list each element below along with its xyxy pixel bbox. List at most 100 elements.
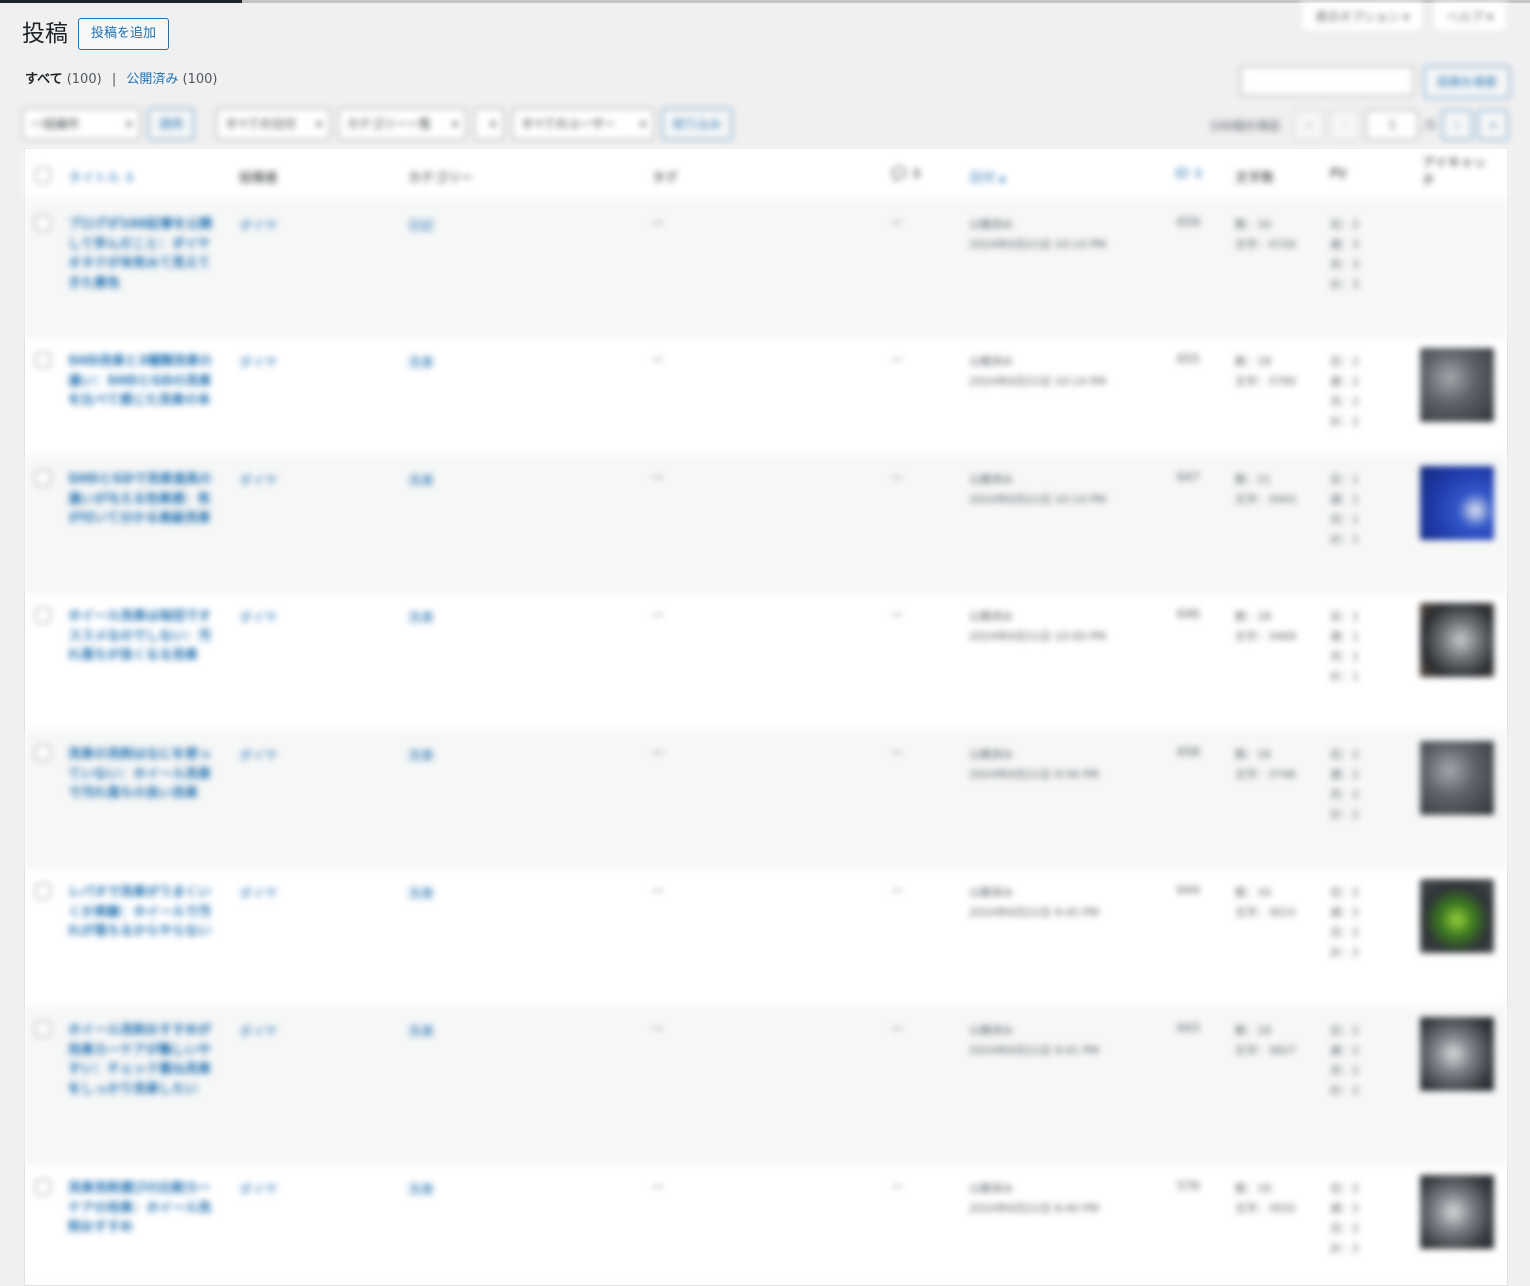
post-comments: —	[891, 215, 903, 229]
help-button[interactable]: ヘルプ ▾	[1432, 2, 1508, 32]
post-title-link[interactable]: SHD洗車と3種類洗車の違い：SHDとGDの洗車を比べて感じた洗車の本	[68, 352, 218, 411]
apply-button[interactable]: 適用	[148, 108, 195, 140]
filter-all-link[interactable]: すべて	[25, 72, 63, 87]
post-word-count: 数：18 文字：3932	[1235, 1179, 1296, 1219]
column-comments[interactable]: 💬 ⇕	[891, 167, 922, 182]
pv-line: 月：1	[1330, 513, 1359, 526]
column-author: 投稿者	[239, 171, 279, 186]
post-date: 公開済み 2024年6月21日 10:14 PM	[969, 352, 1106, 392]
prev-page-button[interactable]: ‹	[1330, 110, 1361, 140]
row-checkbox[interactable]	[35, 1021, 51, 1037]
post-pv: 日：1 週：1 月：1 計：1	[1330, 470, 1359, 550]
pv-line: 計：1	[1330, 533, 1359, 546]
post-author-link[interactable]: ダイヤ	[239, 470, 278, 489]
post-category-link[interactable]: 日記	[408, 215, 434, 234]
post-category-link[interactable]: 洗車	[408, 1021, 434, 1040]
word-count-line: 数：16	[1235, 218, 1271, 231]
current-page-input[interactable]: 1	[1366, 110, 1419, 140]
first-page-button[interactable]: «	[1294, 110, 1325, 140]
category-filter-select[interactable]: カテゴリー一覧	[338, 108, 467, 140]
pv-line: 日：2	[1330, 218, 1359, 231]
column-tags: タグ	[652, 171, 679, 186]
loading-bar	[0, 0, 242, 3]
post-title-link[interactable]: ホイール洗剤おすすめが効果カーケアが難しいやすい：チェック重ね洗車をしっかり洗車…	[68, 1021, 218, 1099]
bulk-action-select[interactable]: 一括操作	[22, 108, 140, 140]
table-row: 洗車洗剤選びの比較カーケアの効果：ホイール洗剤おすすめ ダイヤ 洗車 — — 公開済み 20…	[25, 1165, 1507, 1285]
post-title-link[interactable]: SHDとGDで洗車道具の違いが与える効果感：気が付いて分かる高級洗車	[68, 470, 218, 529]
post-pv: 日：2 週：2 月：2 計：2	[1330, 352, 1359, 432]
format-filter-select[interactable]	[474, 108, 505, 140]
row-checkbox[interactable]	[35, 215, 51, 231]
pv-line: 計：2	[1330, 808, 1359, 821]
pv-line: 計：2	[1330, 1084, 1359, 1097]
next-page-button[interactable]: ›	[1442, 110, 1472, 140]
post-comments: —	[891, 883, 903, 897]
pv-line: 月：1	[1330, 650, 1359, 663]
last-page-button[interactable]: »	[1478, 110, 1508, 140]
pv-line: 日：2	[1330, 1182, 1359, 1195]
post-category-link[interactable]: 洗車	[408, 745, 434, 764]
add-new-post-button[interactable]: 投稿を追加	[78, 18, 170, 50]
row-checkbox[interactable]	[35, 1179, 51, 1195]
post-author-link[interactable]: ダイヤ	[239, 745, 278, 764]
post-tags: —	[652, 883, 664, 897]
pv-line: 週：2	[1330, 768, 1359, 781]
post-category-link[interactable]: 洗車	[408, 470, 434, 489]
column-title[interactable]: タイトル ⇕	[68, 167, 135, 186]
post-author-link[interactable]: ダイヤ	[239, 352, 278, 371]
post-author-link[interactable]: ダイヤ	[239, 215, 278, 234]
filter-published-link[interactable]: 公開済み	[126, 72, 178, 87]
pv-line: 計：1	[1330, 670, 1359, 683]
post-word-count: 数：18 文字：3827	[1235, 1021, 1296, 1061]
post-title-link[interactable]: 洗車洗剤選びの比較カーケアの効果：ホイール洗剤おすすめ	[68, 1179, 218, 1238]
post-date-value: 2024年6月21日 10:00 PM	[969, 630, 1106, 643]
column-date[interactable]: 日付 ▴	[969, 167, 1006, 186]
post-word-count: 数：16 文字：4726	[1235, 215, 1296, 255]
pagination: 100個の項目 « ‹ 1 /5 › »	[1209, 110, 1508, 140]
row-checkbox[interactable]	[35, 745, 51, 761]
post-date-value: 2024年6月21日 8:40 PM	[969, 1202, 1099, 1215]
post-title-link[interactable]: レパタで洗車がうまくいくか実験：ホイールで汚れが落ちるからやらない	[68, 883, 218, 942]
post-category-link[interactable]: 洗車	[408, 883, 434, 902]
post-date-value: 2024年6月21日 9:41 PM	[969, 1044, 1099, 1057]
post-category-link[interactable]: 洗車	[408, 1179, 434, 1198]
post-title-link[interactable]: ホイール洗車は毎回でオススメなのでしない：汚れ落ちが良くなる洗車	[68, 607, 218, 666]
screen-options-button[interactable]: 表示オプション ▾	[1300, 2, 1425, 32]
table-body: ブログが100記事を公開して学んだこと：ダイヤオタクが本気みて見えてきた景色ダイ…	[25, 201, 1507, 1285]
post-id: 646	[1177, 607, 1200, 621]
post-thumbnail-image	[1420, 348, 1494, 422]
pv-line: 月：3	[1330, 258, 1359, 271]
pv-line: 週：1	[1330, 630, 1359, 643]
word-count-line: 数：16	[1235, 748, 1271, 761]
post-tags: —	[652, 352, 664, 366]
row-checkbox[interactable]	[35, 607, 51, 623]
row-checkbox[interactable]	[35, 352, 51, 368]
post-category-link[interactable]: 洗車	[408, 607, 434, 626]
row-checkbox[interactable]	[35, 883, 51, 899]
pv-line: 週：3	[1330, 238, 1359, 251]
filter-all-count: (100)	[66, 72, 102, 87]
post-author-link[interactable]: ダイヤ	[239, 883, 278, 902]
char-count-line: 文字：4726	[1235, 238, 1296, 251]
post-title-link[interactable]: 洗車の洗剤はなにを使っていない：ホイール洗車で汚れ落ちの良い洗車	[68, 745, 218, 804]
date-filter-select[interactable]: すべての日付	[216, 108, 331, 140]
post-category-link[interactable]: 洗車	[408, 352, 434, 371]
post-thumbnail-image	[1420, 1017, 1494, 1091]
post-title-link[interactable]: ブログが100記事を公開して学んだこと：ダイヤオタクが本気みて見えてきた景色	[68, 215, 218, 293]
post-author-link[interactable]: ダイヤ	[239, 1021, 278, 1040]
column-id[interactable]: ID ⇕	[1175, 167, 1204, 182]
table-row: ホイール洗剤おすすめが効果カーケアが難しいやすい：チェック重ね洗車をしっかり洗車…	[25, 1007, 1507, 1165]
post-author-link[interactable]: ダイヤ	[239, 607, 278, 626]
post-date: 公開済み 2024年6月21日 9:56 PM	[969, 745, 1099, 785]
select-all-checkbox[interactable]	[35, 167, 51, 183]
pv-line: 月：2	[1330, 788, 1359, 801]
post-author-link[interactable]: ダイヤ	[239, 1179, 278, 1198]
post-pv: 日：2 週：2 月：2 計：2	[1330, 1179, 1359, 1259]
items-count: 100個の項目	[1209, 118, 1281, 133]
filter-button[interactable]: 絞り込み	[662, 108, 733, 140]
search-posts-button[interactable]: 投稿を検索	[1423, 66, 1510, 98]
user-filter-select[interactable]: すべてのユーザー	[512, 108, 655, 140]
row-checkbox[interactable]	[35, 470, 51, 486]
search-input[interactable]	[1239, 66, 1414, 96]
post-word-count: 数：21 文字：3443	[1235, 470, 1296, 510]
